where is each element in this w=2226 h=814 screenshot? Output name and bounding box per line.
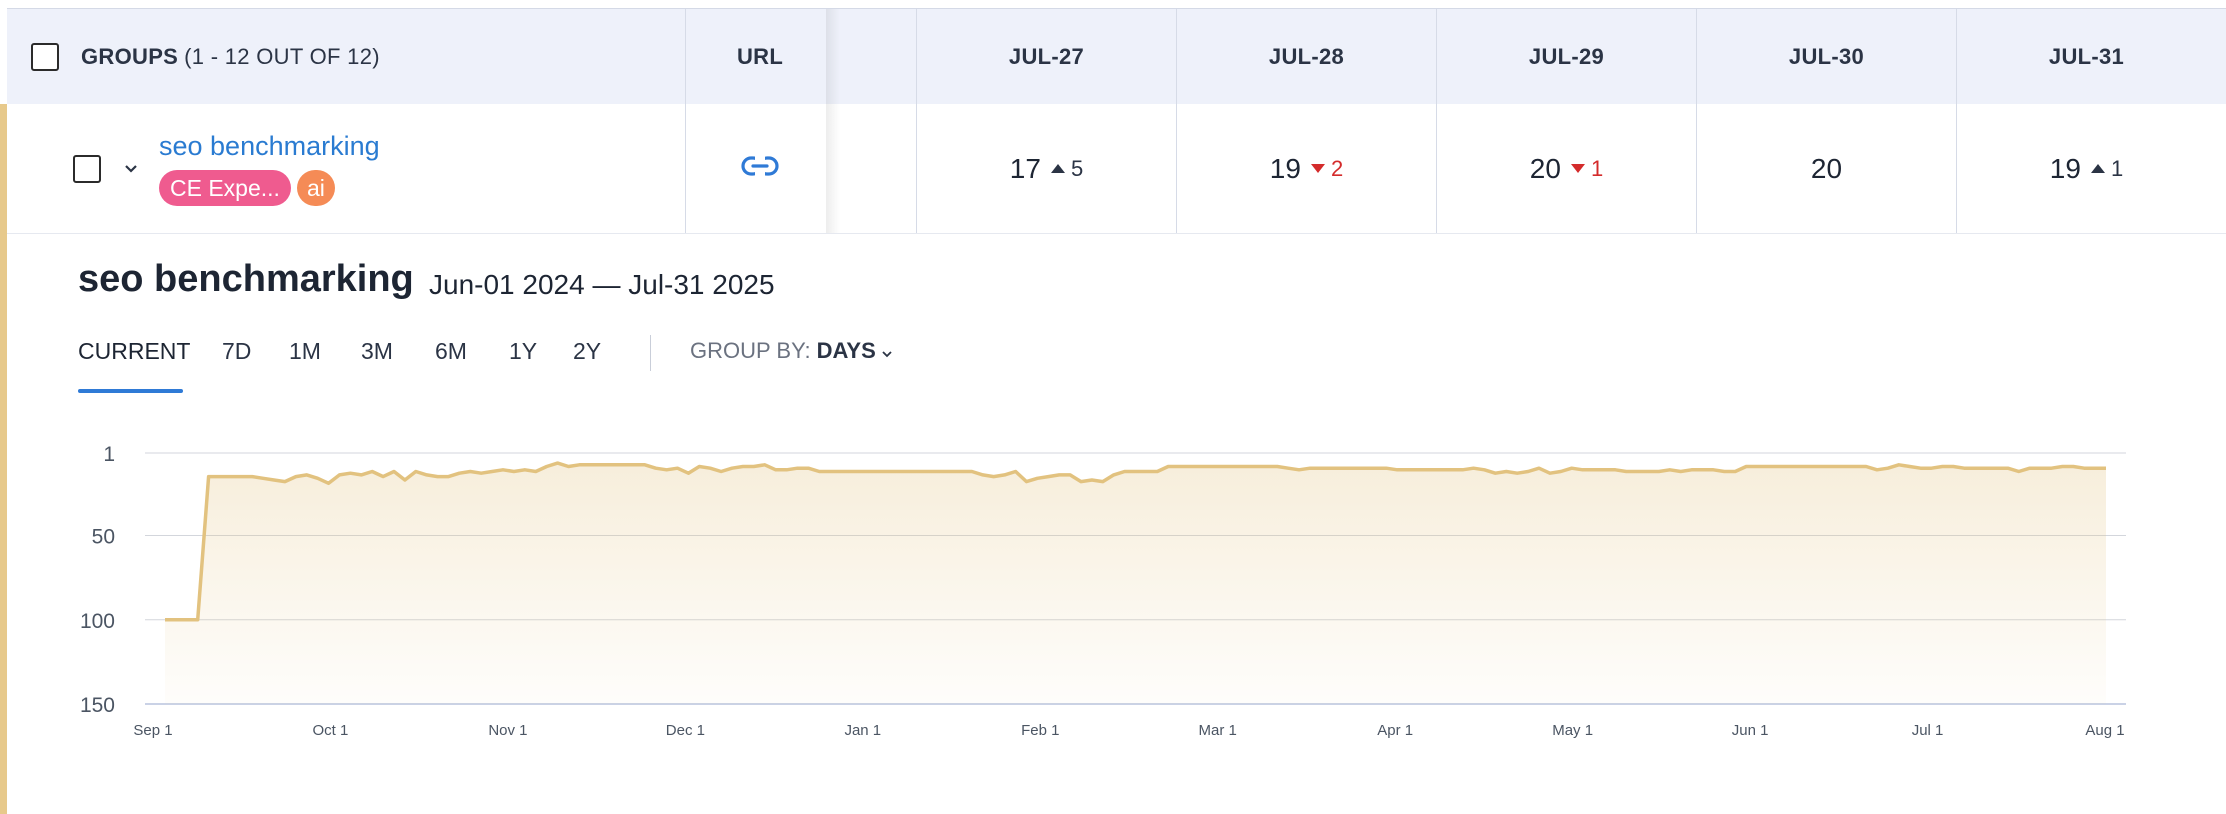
rank-value: 19 [2049,152,2081,184]
rank-delta-up: 5 [1050,155,1084,182]
chevron-down-icon [882,338,892,363]
tag-list: CE Expe... ai [159,170,380,206]
date-header-jul-27[interactable]: JUL-27 [916,9,1176,104]
tab-1m[interactable]: 1M [289,338,321,365]
group-info: seo benchmarking CE Expe... ai [159,131,380,206]
date-header-jul-30[interactable]: JUL-30 [1696,9,1956,104]
url-header-cell: URL [685,9,834,104]
y-tick-label: 1 [103,443,115,466]
date-header-label: JUL-28 [1268,43,1345,69]
arrow-down-icon [1570,164,1585,173]
x-tick-label: Jul 1 [1912,722,1944,739]
tab-1y[interactable]: 1Y [509,338,537,365]
url-cell [685,104,834,233]
x-tick-label: Aug 1 [2085,722,2124,739]
rank-cell: 20 1 [1436,104,1696,233]
tag-ce-expe[interactable]: CE Expe... [159,170,291,206]
x-tick-label: Jun 1 [1732,722,1769,739]
x-tick-label: Dec 1 [666,722,705,739]
y-tick-label: 100 [80,610,115,633]
tab-7d[interactable]: 7D [222,338,251,365]
rank-delta-up: 1 [2090,155,2124,182]
x-tick-label: Feb 1 [1021,722,1059,739]
group-cell: seo benchmarking CE Expe... ai [73,104,673,233]
row-checkbox[interactable] [73,154,101,183]
sticky-column-shadow [826,9,840,104]
panel-title: seo benchmarking [78,258,414,300]
delta-value: 1 [2110,155,2124,181]
y-tick-label: 50 [92,526,115,549]
chevron-down-icon[interactable] [121,164,141,174]
x-tick-label: Sep 1 [133,722,172,739]
rank-cell: 17 5 [916,104,1176,233]
arrow-up-icon [2090,164,2105,173]
series-area [165,463,2106,704]
date-header-jul-28[interactable]: JUL-28 [1176,9,1436,104]
date-header-label: JUL-29 [1528,43,1605,69]
rank-value: 20 [1810,152,1843,184]
select-all-checkbox[interactable] [31,42,59,71]
groups-header-cell: GROUPS (1 - 12 OUT OF 12) [31,9,691,104]
rank-history-chart[interactable]: 150100150Sep 1 Oct 1 Nov 1 Dec 1 Jan 1 Feb 1M… [0,420,2226,750]
link-icon[interactable] [741,154,779,183]
date-header-label: JUL-31 [2048,43,2125,69]
group-name-link[interactable]: seo benchmarking [159,131,380,162]
x-tick-label: Nov 1 [488,722,527,739]
group-by-label: GROUP BY: [690,338,811,363]
sticky-column-shadow [826,104,840,233]
x-tick-label: Oct 1 [313,722,349,739]
date-range: Jun-01 2024 — Jul-31 2025 [429,269,775,300]
rank-cell: 20 [1696,104,1956,233]
date-header-jul-29[interactable]: JUL-29 [1436,9,1696,104]
tab-2y[interactable]: 2Y [573,338,601,365]
table-row[interactable]: seo benchmarking CE Expe... ai 17 5 19 2… [7,104,2226,234]
tab-6m[interactable]: 6M [435,338,467,365]
x-tick-label: Apr 1 [1377,722,1413,739]
rank-value: 19 [1269,152,1301,184]
rank-table: GROUPS (1 - 12 OUT OF 12) URL JUL-27 JUL… [0,0,2226,234]
rank-cell: 19 2 [1176,104,1436,233]
groups-header-label: GROUPS [81,43,179,69]
arrow-down-icon [1310,164,1325,173]
delta-value: 5 [1070,155,1084,181]
rank-value: 17 [1009,152,1041,184]
x-tick-label: Jan 1 [844,722,881,739]
delta-value: 1 [1590,155,1604,181]
delta-value: 2 [1330,155,1344,181]
date-header-label: JUL-30 [1788,43,1865,69]
tab-current[interactable]: CURRENT [78,338,190,365]
y-tick-label: 150 [80,694,115,717]
arrow-up-icon [1050,164,1065,173]
rank-value: 20 [1529,152,1561,184]
x-tick-label: May 1 [1552,722,1593,739]
date-header-jul-31[interactable]: JUL-31 [1956,9,2216,104]
table-header: GROUPS (1 - 12 OUT OF 12) URL JUL-27 JUL… [7,8,2226,105]
group-by-value: DAYS [816,338,876,363]
x-tick-label: Mar 1 [1199,722,1237,739]
tag-ai[interactable]: ai [296,170,335,206]
rank-delta-down: 1 [1570,155,1604,182]
tabs-divider [650,335,651,371]
tab-3m[interactable]: 3M [361,338,393,365]
group-by-dropdown[interactable]: GROUP BY: DAYS [690,338,892,364]
rank-cell: 19 1 [1956,104,2216,233]
active-tab-indicator [78,389,183,393]
date-header-label: JUL-27 [1008,43,1085,69]
groups-count: (1 - 12 OUT OF 12) [184,43,380,69]
url-header-label: URL [736,43,784,69]
rank-delta-down: 2 [1310,155,1344,182]
